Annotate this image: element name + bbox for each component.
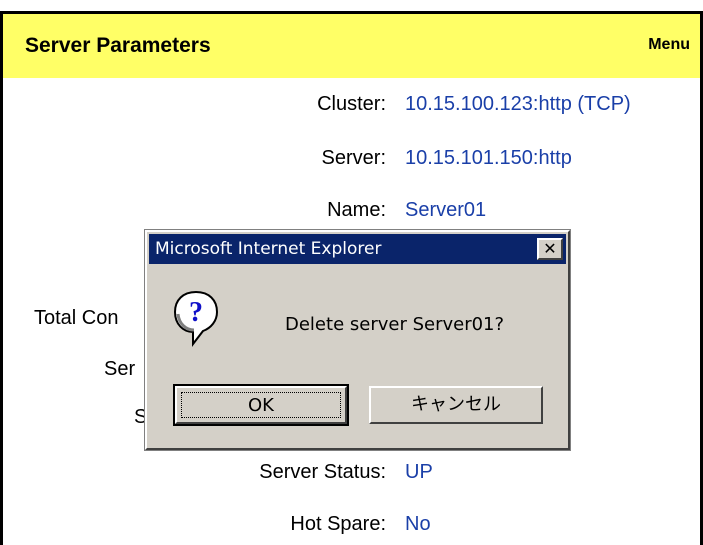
hot-spare-label: Hot Spare: [290, 513, 386, 535]
close-icon: ✕ [543, 239, 557, 258]
server-value: 10.15.101.150:http [405, 147, 572, 169]
ok-button-label: OK [181, 392, 341, 418]
name-value: Server01 [405, 199, 487, 221]
server-status-label: Server Status: [259, 461, 386, 483]
cluster-value: 10.15.100.123:http (TCP) [405, 93, 631, 115]
dialog-title: Microsoft Internet Explorer [155, 239, 382, 259]
server-status-value: UP [405, 461, 433, 483]
server-label: Server: [321, 147, 386, 169]
close-button[interactable]: ✕ [537, 238, 563, 260]
ok-button[interactable]: OK [173, 384, 349, 426]
dialog-message: Delete server Server01? [285, 314, 505, 335]
name-label: Name: [327, 199, 386, 221]
total-connections-label: Total Con [34, 307, 119, 329]
page-header: Server Parameters Menu [3, 14, 700, 78]
servers-label: Ser [104, 358, 136, 380]
cluster-label: Cluster: [317, 93, 386, 115]
frame-border-left [0, 12, 3, 545]
confirm-dialog: Microsoft Internet Explorer ✕ ? Delete s… [144, 229, 571, 451]
cancel-button[interactable]: キャンセル [369, 386, 543, 424]
dialog-titlebar[interactable]: Microsoft Internet Explorer ✕ [149, 234, 566, 264]
question-icon: ? [173, 290, 219, 347]
page-frame: Server Parameters Menu Cluster: 10.15.10… [0, 0, 703, 545]
page-title: Server Parameters [25, 34, 211, 57]
hot-spare-value: No [405, 513, 431, 535]
svg-text:?: ? [189, 297, 203, 328]
menu-link[interactable]: Menu [648, 36, 690, 54]
